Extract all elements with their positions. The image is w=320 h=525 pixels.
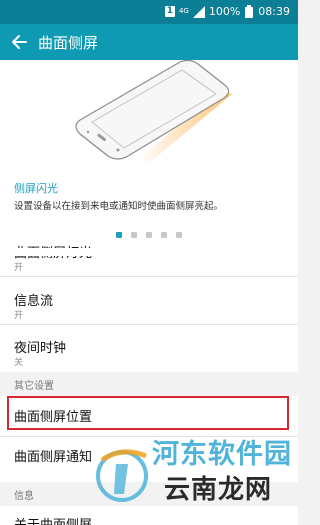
settings-item-title[interactable]: 信息流	[14, 290, 53, 309]
page-dot[interactable]	[161, 232, 167, 238]
settings-item-value: 开	[14, 311, 24, 321]
feature-title: 侧屏闪光	[14, 182, 58, 195]
battery-icon	[245, 5, 254, 18]
status-icons: 1 4G 100% 08:39	[164, 5, 290, 18]
watermark-logo-icon	[96, 449, 148, 502]
divider	[0, 324, 298, 325]
settings-item-title[interactable]: 曲面侧屏通知	[14, 446, 92, 465]
page-dot[interactable]	[131, 232, 137, 238]
section-label: 其它设置	[14, 381, 54, 392]
app-bar: 曲面侧屏	[0, 24, 298, 60]
settings-item-title[interactable]: 夜间时钟	[14, 337, 66, 356]
clock: 08:39	[258, 5, 290, 18]
watermark-text: 河东软件园	[152, 439, 292, 470]
page-title: 曲面侧屏	[38, 34, 99, 52]
watermark-text: 云南龙网	[164, 475, 273, 505]
page-dot[interactable]	[176, 232, 182, 238]
status-bar: 1 4G 100% 08:39	[0, 0, 298, 24]
section-label: 信息	[14, 491, 34, 502]
watermark: 河东软件园 云南龙网	[94, 432, 298, 525]
settings-item-value: 关	[14, 358, 24, 368]
arrow-left-icon[interactable]	[10, 33, 28, 51]
feature-description: 设置设备以在接到来电或通知时使曲面侧屏亮起。	[14, 201, 224, 212]
edge-phone-illustration	[75, 60, 232, 164]
scroll-clip	[0, 248, 298, 256]
divider	[0, 276, 298, 277]
page-dot-active[interactable]	[116, 232, 122, 238]
section-header-other: 其它设置	[0, 372, 298, 396]
sim-indicator: 1	[164, 6, 175, 17]
page-indicator[interactable]	[0, 232, 298, 238]
settings-item-partial-value: 开	[14, 263, 24, 273]
page-dot[interactable]	[146, 232, 152, 238]
signal-icon	[192, 5, 205, 18]
settings-item-title[interactable]: 关于曲面侧屏	[14, 514, 92, 525]
network-type: 4G	[178, 7, 189, 15]
highlight-box	[7, 396, 289, 430]
battery-percent: 100%	[208, 5, 241, 18]
